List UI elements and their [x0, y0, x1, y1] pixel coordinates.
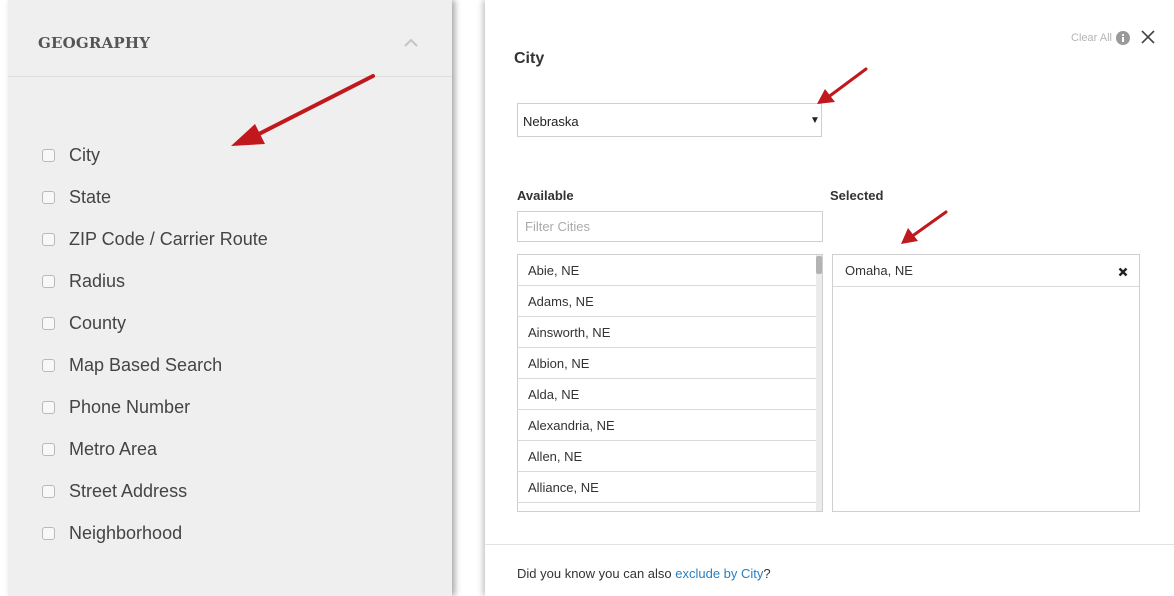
filter-item-radius[interactable]: Radius [42, 260, 268, 302]
annotation-arrow-icon [901, 210, 948, 244]
checkbox[interactable] [42, 442, 55, 456]
list-item[interactable]: Alda, NE [518, 379, 816, 410]
selected-item: Omaha, NE [833, 255, 1139, 287]
annotation-arrow-icon [231, 74, 375, 146]
selected-label: Selected [830, 188, 884, 203]
caret-down-icon: ▼ [810, 115, 820, 126]
filter-item-phone-number[interactable]: Phone Number [42, 386, 268, 428]
checkbox[interactable] [42, 400, 55, 414]
checkbox[interactable] [42, 148, 55, 162]
checkbox[interactable] [42, 526, 55, 540]
list-item[interactable]: Albion, NE [518, 348, 816, 379]
remove-icon[interactable] [1118, 265, 1128, 280]
filter-label: County [69, 312, 127, 333]
available-label: Available [517, 188, 574, 203]
close-icon[interactable] [1140, 29, 1156, 50]
list-item[interactable]: Abie, NE [518, 255, 816, 286]
checkbox[interactable] [42, 358, 55, 372]
annotation-arrow-icon [817, 67, 868, 104]
selected-item-label: Omaha, NE [845, 263, 913, 278]
filter-item-neighborhood[interactable]: Neighborhood [42, 512, 268, 554]
geography-header[interactable]: GEOGRAPHY [8, 0, 452, 77]
panel-title: City [514, 50, 545, 67]
filter-label: State [69, 186, 112, 207]
list-item[interactable]: Adams, NE [518, 286, 816, 317]
scrollbar[interactable] [816, 255, 822, 511]
filter-label: City [69, 144, 100, 165]
scroll-thumb[interactable] [816, 256, 822, 274]
filter-item-state[interactable]: State [42, 176, 268, 218]
clear-all-link[interactable]: Clear All [1071, 32, 1112, 44]
state-select[interactable]: Nebraska ▼ [517, 103, 822, 137]
exclude-by-city-link[interactable]: exclude by City [675, 566, 763, 581]
filter-label: ZIP Code / Carrier Route [69, 228, 268, 249]
checkbox[interactable] [42, 232, 55, 246]
footer-suffix: ? [763, 566, 771, 581]
geography-title: GEOGRAPHY [38, 34, 151, 52]
filter-label: Map Based Search [69, 354, 223, 375]
filter-item-map-based-search[interactable]: Map Based Search [42, 344, 268, 386]
geography-filter-list: City State ZIP Code / Carrier Route Radi… [42, 134, 268, 554]
list-item[interactable]: Allen, NE [518, 441, 816, 472]
filter-item-county[interactable]: County [42, 302, 268, 344]
list-item[interactable]: Alliance, NE [518, 472, 816, 503]
footer-hint: Did you know you can also exclude by Cit… [517, 566, 771, 581]
filter-label: Radius [69, 270, 126, 291]
filter-label: Phone Number [69, 396, 191, 417]
list-item[interactable]: Alexandria, NE [518, 410, 816, 441]
available-cities-list: Abie, NE Adams, NE Ainsworth, NE Albion,… [517, 254, 823, 512]
checkbox[interactable] [42, 484, 55, 498]
footer-prefix: Did you know you can also [517, 566, 676, 581]
filter-item-street-address[interactable]: Street Address [42, 470, 268, 512]
filter-cities-input[interactable] [517, 211, 823, 242]
checkbox[interactable] [42, 274, 55, 288]
filter-label: Metro Area [69, 438, 158, 459]
filter-item-metro-area[interactable]: Metro Area [42, 428, 268, 470]
state-select-value: Nebraska [523, 114, 579, 129]
checkbox[interactable] [42, 316, 55, 330]
info-icon[interactable] [1116, 31, 1130, 50]
list-item[interactable]: Ainsworth, NE [518, 317, 816, 348]
filter-label: Street Address [69, 480, 188, 501]
footer-divider [485, 544, 1174, 545]
filter-label: Neighborhood [69, 522, 183, 543]
chevron-up-icon[interactable] [404, 34, 418, 52]
filter-item-zip-code[interactable]: ZIP Code / Carrier Route [42, 218, 268, 260]
checkbox[interactable] [42, 190, 55, 204]
selected-cities-list: Omaha, NE [832, 254, 1140, 512]
